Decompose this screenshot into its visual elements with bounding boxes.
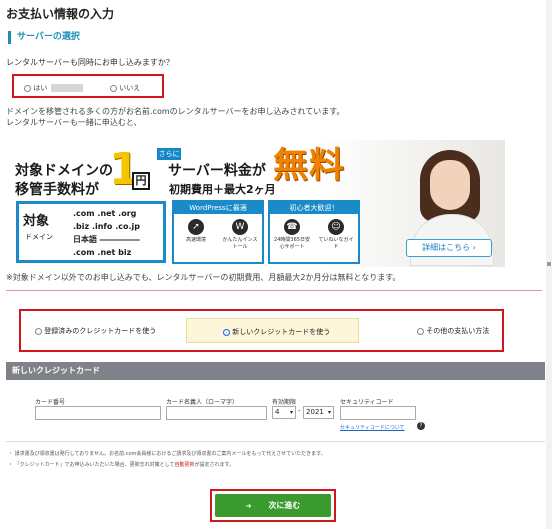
expiry-label: 有効期限 — [272, 399, 297, 406]
server-option-yes[interactable]: はい — [24, 83, 84, 93]
tld-line: .biz .info .co.jp — [73, 222, 140, 231]
next-button-frame: ➜ 次に進む — [210, 489, 336, 522]
payment-option-other[interactable]: その他の支払い方法 — [417, 326, 489, 336]
banner-more-button[interactable]: 詳細はこちら › — [406, 239, 492, 257]
guide-icon: ☺ — [328, 219, 344, 235]
banner-yen: 円 — [132, 172, 150, 190]
tld-line: .com .net .org — [73, 209, 137, 218]
server-option-no[interactable]: いいえ — [110, 83, 140, 93]
radio-other-payment[interactable] — [417, 327, 424, 335]
feature-beginner: 初心者大歓迎！ ☎ 24時間365日安心サポート ☺ ていねいなガイド — [268, 200, 360, 264]
wordpress-icon: W — [232, 219, 248, 235]
expiry-month-select[interactable]: 4 ▾ — [272, 406, 296, 419]
scrollbar-thumb[interactable] — [547, 262, 551, 266]
card-form: カード番号 カード名義人（ローマ字） 有効期限 4 ▾ - 2021 ▾ セキュリテ… — [6, 380, 545, 442]
radio-new-card[interactable] — [223, 328, 230, 336]
server-note: ドメインを移管される多くの方がお名前.comのレンタルサーバーをお申し込みされて… — [6, 106, 345, 128]
server-note-line1: ドメインを移管される多くの方がお名前.comのレンタルサーバーをお申し込みされて… — [6, 107, 345, 116]
billing-note-2: ・ 「クレジットカード」でお申込みいただいた場合、更新忘れ対策として自動更新が設… — [8, 462, 234, 468]
banner-title-line2: 移管手数料が — [15, 182, 99, 198]
next-button-label: 次に進む — [268, 501, 301, 510]
payment-option-new-card[interactable]: 新しいクレジットカードを使う — [186, 318, 359, 343]
chevron-right-icon: › — [472, 243, 476, 252]
payment-option-registered[interactable]: 登録済みのクレジットカードを使う — [35, 326, 156, 336]
expiry-year-select[interactable]: 2021 ▾ — [303, 406, 334, 419]
banner-taisho: 対象 — [23, 214, 50, 229]
banner-features: WordPressに最適 ➚ 高速環境 W かんたんインストール 初心者大歓迎！ — [172, 200, 362, 264]
banner-domain-box: 対象 ドメイン .com .net .org .biz .info .co.jp… — [16, 201, 166, 263]
feature-speed: ➚ 高速環境 — [177, 219, 215, 251]
banner-tld-list: .com .net .org .biz .info .co.jp 日本語 ―――… — [73, 207, 140, 259]
banner-fee-line1: サーバー料金が — [168, 163, 266, 179]
radio-no[interactable] — [110, 84, 117, 92]
help-icon[interactable]: ? — [417, 422, 425, 430]
server-option-yes-label: はい — [33, 84, 48, 92]
feature-guide: ☺ ていねいなガイド — [317, 219, 355, 251]
page-title: お支払い情報の入力 — [6, 7, 115, 21]
chevron-down-icon: ▾ — [327, 409, 331, 416]
card-section-header: 新しいクレジットカード — [6, 362, 545, 380]
banner-fee-line2: 初期費用＋最大2ヶ月 — [169, 183, 276, 196]
tld-line: .com .net biz — [73, 248, 132, 257]
billing-notes: ・ 請求書及び領収書は発行しておりません。お名前.com会員様におけるご請求及び… — [8, 449, 326, 471]
chevron-down-icon: ▾ — [289, 409, 293, 416]
feature-support: ☎ 24時間365日安心サポート — [273, 219, 311, 251]
payment-page: お支払い情報の入力 サーバーの選択 レンタルサーバーも同時にお申し込みますか？ … — [0, 0, 552, 529]
expiry-dash: - — [298, 407, 301, 415]
security-code-label: セキュリティコード — [340, 399, 394, 406]
radio-registered-card[interactable] — [35, 327, 42, 335]
server-question: レンタルサーバーも同時にお申し込みますか？ — [6, 58, 174, 67]
feature-install: W かんたんインストール — [221, 219, 259, 251]
banner-title-line1: 対象ドメインの — [15, 163, 113, 179]
banner-footnote: ※対象ドメイン以外でのお申し込みでも、レンタルサーバーの初期費用、月額最大2か月… — [6, 273, 401, 282]
server-option-no-label: いいえ — [119, 84, 141, 92]
payment-method-box: 登録済みのクレジットカードを使う 新しいクレジットカードを使う その他の支払い方… — [19, 309, 504, 352]
feature-beginner-heading: 初心者大歓迎！ — [270, 202, 358, 214]
banner-sarani: さらに — [157, 148, 181, 160]
redacted-text — [51, 84, 84, 92]
divider — [6, 290, 542, 291]
card-number-input[interactable] — [35, 406, 161, 420]
security-code-input[interactable] — [340, 406, 416, 420]
server-note-line2: レンタルサーバーも一緒に申込むと、 — [6, 118, 142, 127]
security-code-help-link[interactable]: セキュリティコードについて — [340, 424, 405, 431]
promo-banner[interactable]: 対象ドメインの 移管手数料が 1 円 さらに サーバー料金が 初期費用＋最大2ヶ… — [8, 140, 505, 267]
auto-renew-text: 自動更新 — [174, 462, 195, 468]
speed-icon: ➚ — [188, 219, 204, 235]
feature-wordpress-heading: WordPressに最適 — [174, 202, 262, 214]
server-options-box: はい いいえ — [12, 74, 164, 98]
arrow-right-icon: ➜ — [245, 502, 252, 510]
banner-domain-label: ドメイン — [25, 233, 53, 241]
tld-line: 日本語 ――――― — [73, 235, 140, 244]
support-icon: ☎ — [284, 219, 300, 235]
billing-note-1: ・ 請求書及び領収書は発行しておりません。お名前.com会員様におけるご請求及び… — [8, 451, 326, 457]
banner-free: 無料 — [273, 146, 346, 186]
card-number-label: カード番号 — [35, 399, 66, 406]
next-button[interactable]: ➜ 次に進む — [215, 494, 331, 517]
server-section-heading: サーバーの選択 — [8, 31, 80, 44]
card-name-label: カード名義人（ローマ字） — [166, 399, 239, 406]
banner-more-label: 詳細はこちら — [422, 243, 471, 252]
feature-wordpress: WordPressに最適 ➚ 高速環境 W かんたんインストール — [172, 200, 264, 264]
radio-yes[interactable] — [24, 84, 31, 92]
card-name-input[interactable] — [166, 406, 267, 420]
